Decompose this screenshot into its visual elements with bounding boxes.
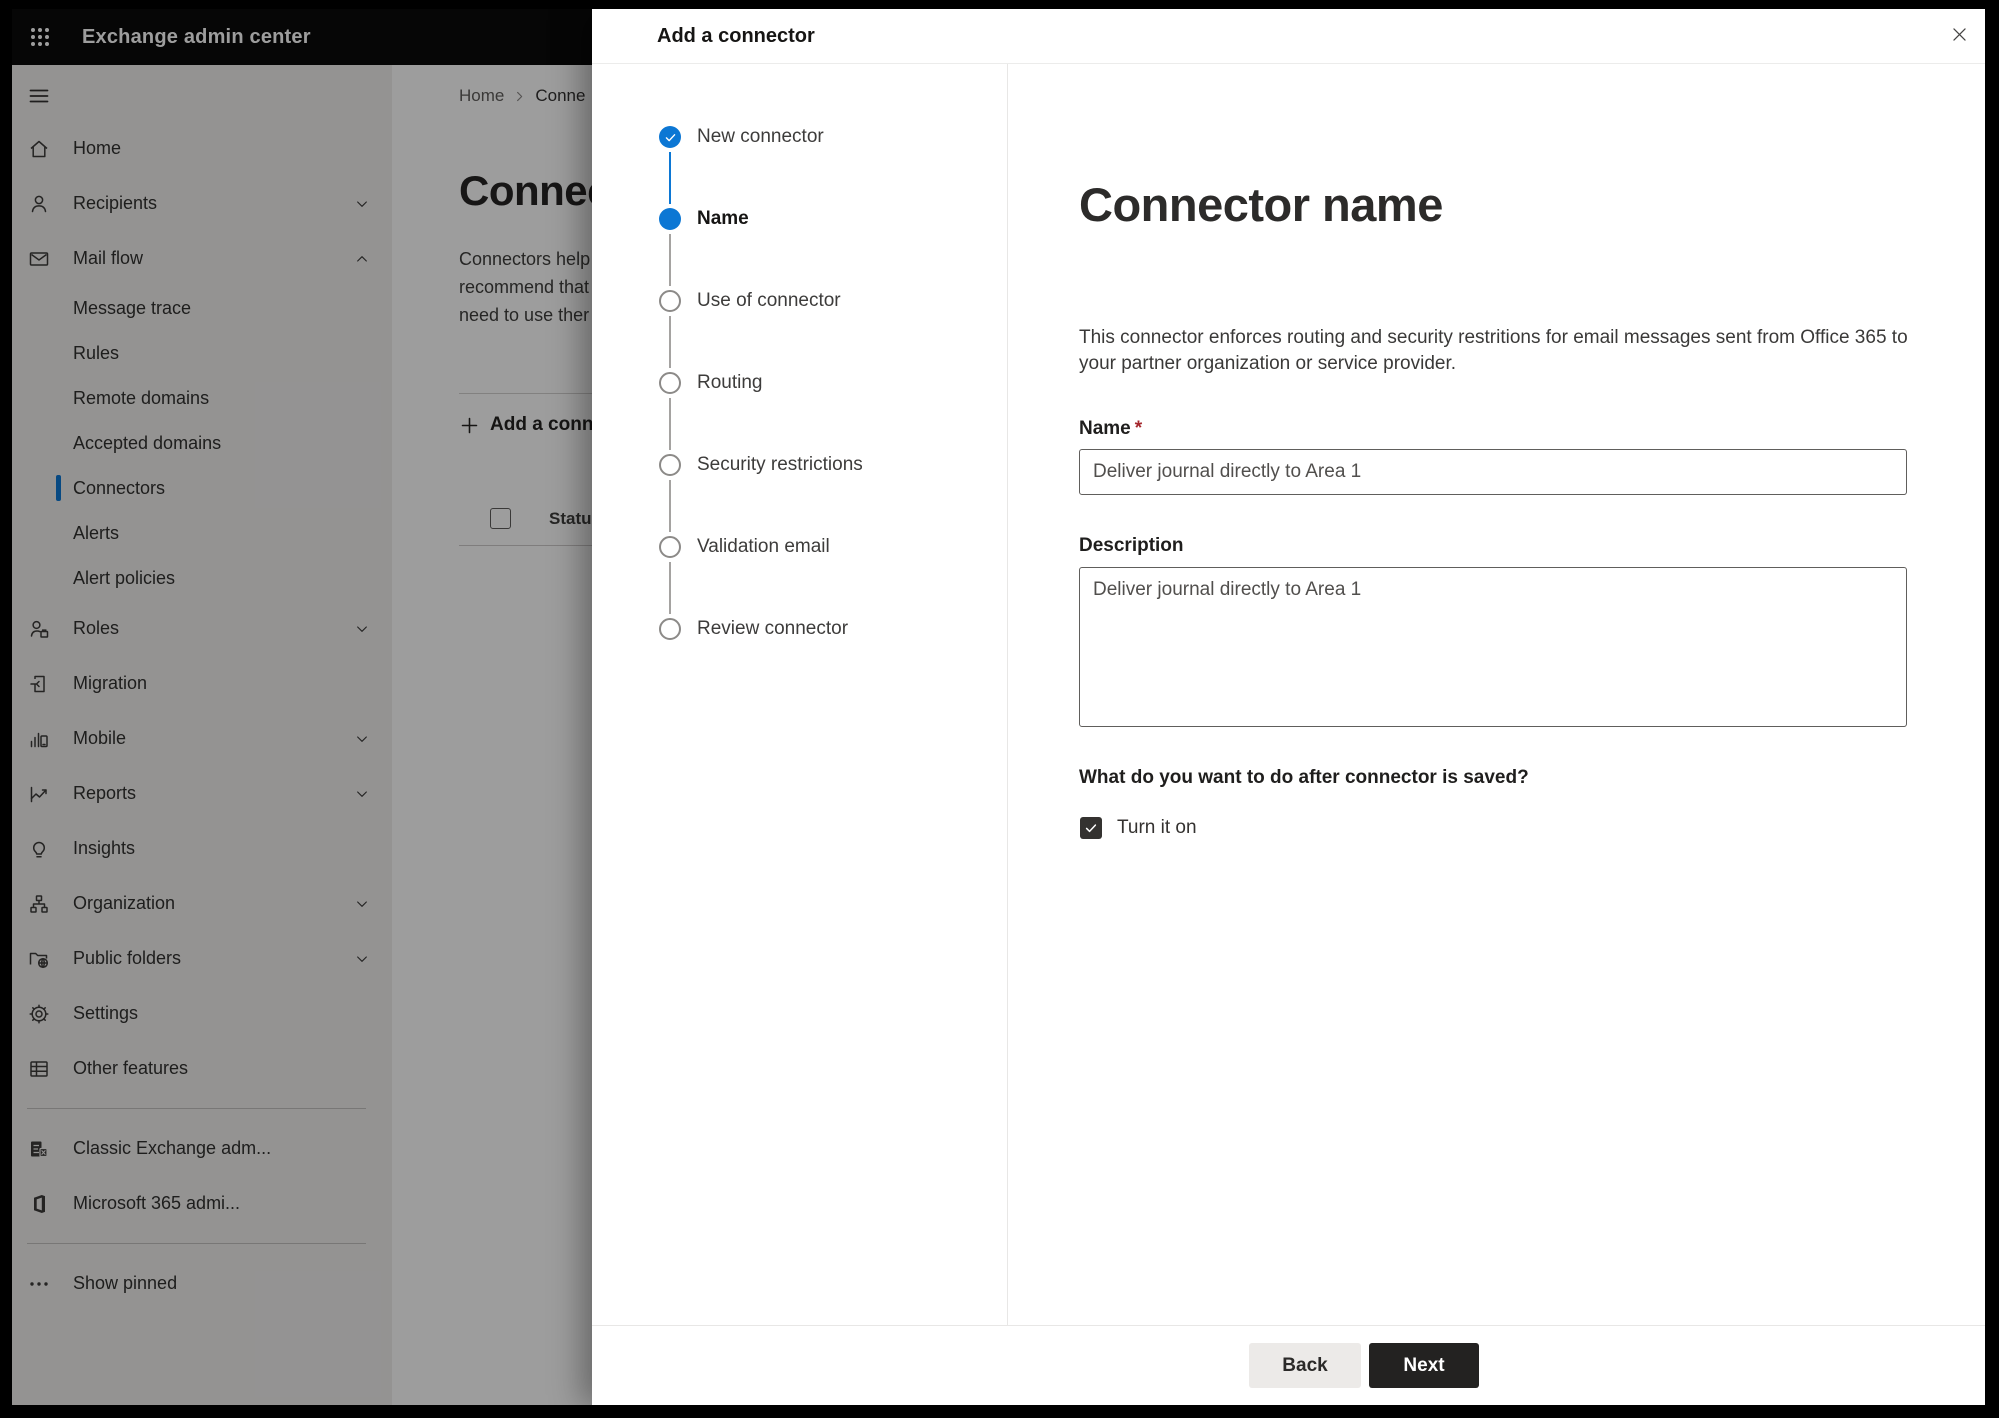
wizard-step-use-of-connector[interactable]: Use of connector [592,289,997,313]
after-save-question: What do you want to do after connector i… [1079,767,1529,788]
check-icon [1084,821,1098,835]
wizard-content-divider [1007,64,1008,1325]
back-button[interactable]: Back [1249,1343,1361,1388]
step-page-title: Connector name [1079,178,1443,231]
close-icon [1950,25,1969,44]
next-button[interactable]: Next [1369,1343,1479,1388]
add-connector-panel: Add a connector New connector Name Use o… [592,9,1985,1405]
close-button[interactable] [1945,20,1973,48]
panel-title: Add a connector [657,25,815,47]
wizard-step-label: Use of connector [697,290,841,311]
turn-it-on-label: Turn it on [1117,817,1197,838]
name-label: Name * [1079,418,1143,439]
wizard-step-routing[interactable]: Routing [592,371,997,395]
wizard-step-validation-email[interactable]: Validation email [592,535,997,559]
name-input[interactable] [1079,449,1907,495]
wizard-step-connector [668,398,671,450]
checkbox-checked [1080,817,1102,839]
wizard-step-connector [668,234,671,286]
description-textarea[interactable]: Deliver journal directly to Area 1 [1079,567,1907,727]
wizard-step-connector [668,152,671,204]
required-asterisk: * [1134,418,1143,439]
description-label: Description [1079,535,1184,556]
wizard-step-new-connector[interactable]: New connector [592,125,997,149]
step-page-description: This connector enforces routing and secu… [1079,327,1908,374]
wizard-step-label: Review connector [697,618,849,639]
app-window: Exchange admin center Home Recipients Ma… [12,9,1985,1405]
wizard-steps: New connector Name Use of connector Rout… [592,63,1007,1324]
wizard-step-label: Routing [697,372,763,393]
panel-footer-divider [592,1325,1985,1326]
check-icon [664,131,677,144]
wizard-step-label: Security restrictions [697,454,863,475]
wizard-step-label: Name [697,208,749,229]
wizard-step-connector [668,316,671,368]
wizard-step-security-restrictions[interactable]: Security restrictions [592,453,997,477]
wizard-step-connector [668,562,671,614]
wizard-step-name[interactable]: Name [592,207,997,231]
wizard-step-connector [668,480,671,532]
wizard-step-label: New connector [697,126,824,147]
turn-it-on-checkbox[interactable]: Turn it on [1080,815,1197,841]
wizard-step-review-connector[interactable]: Review connector [592,617,997,641]
wizard-step-label: Validation email [697,536,830,557]
